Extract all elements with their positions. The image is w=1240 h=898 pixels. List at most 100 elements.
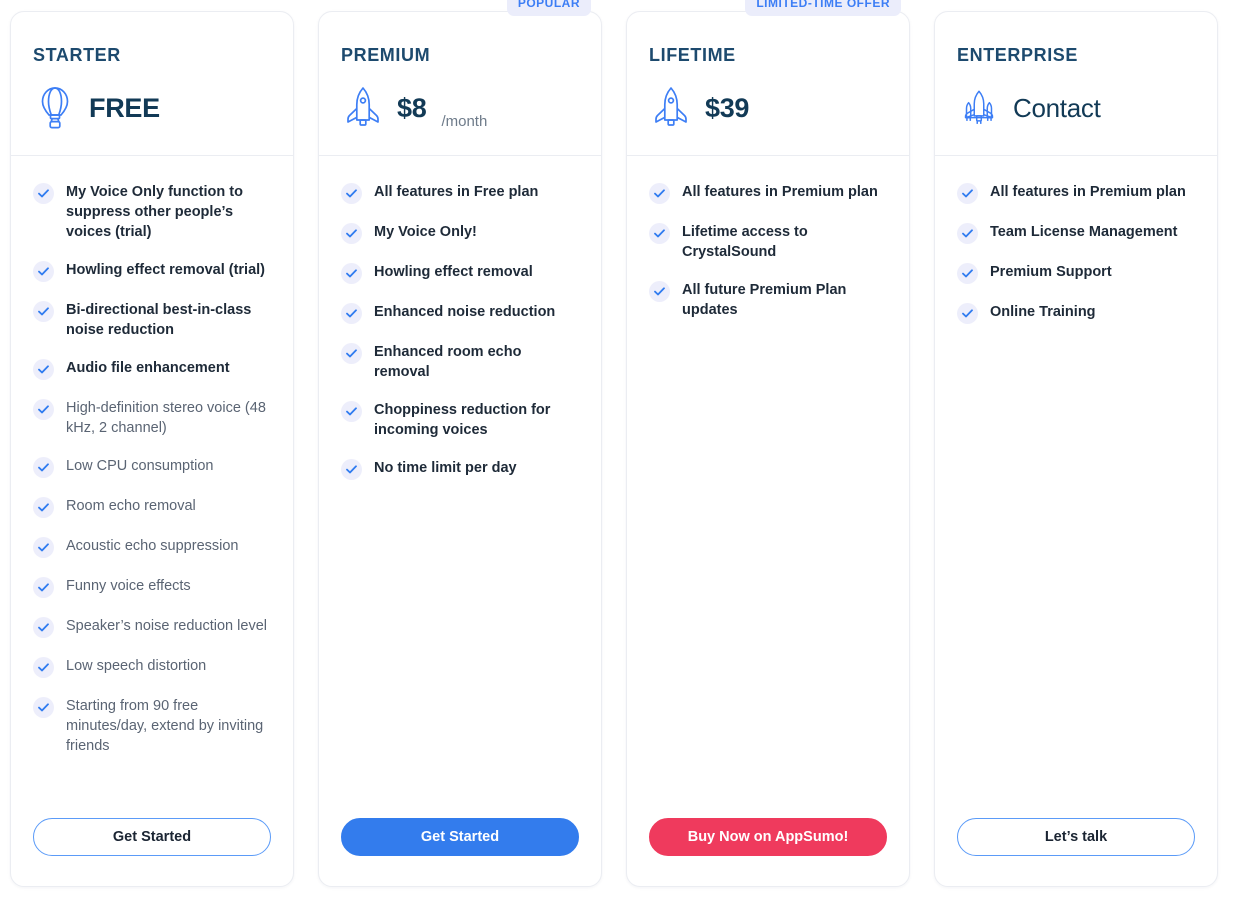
feature-label: Bi-directional best-in-class noise reduc… [66,302,252,338]
feature-label: My Voice Only! [374,224,477,240]
list-item: Low CPU consumption [33,456,271,478]
feature-label: All features in Free plan [374,184,539,200]
list-item: Premium Support [957,262,1195,284]
list-item: Acoustic echo suppression [33,536,271,558]
check-icon [341,223,362,244]
list-item: Starting from 90 free minutes/day, exten… [33,696,271,756]
feature-list-lifetime: All features in Premium plan Lifetime ac… [627,156,909,808]
plan-name-premium: PREMIUM [341,45,431,65]
feature-label: Low CPU consumption [66,458,214,474]
status-badge-limited-time-offer: LIMITED-TIME OFFER [745,0,901,16]
feature-label: My Voice Only function to suppress other… [66,184,243,240]
check-icon [33,657,54,678]
get-started-button-premium[interactable]: Get Started [341,818,579,856]
space-shuttle-icon [957,84,1001,132]
check-icon [957,183,978,204]
check-icon [33,617,54,638]
feature-label: Team License Management [990,224,1178,240]
feature-label: Starting from 90 free minutes/day, exten… [66,698,264,754]
check-icon [341,343,362,364]
list-item: Room echo removal [33,496,271,518]
plan-header-enterprise: ENTERPRISE Contact [935,12,1217,156]
check-icon [33,399,54,420]
plan-price-row-premium: $8 /month [341,84,579,132]
list-item: All features in Free plan [341,182,579,204]
buy-now-appsumo-button[interactable]: Buy Now on AppSumo! [649,818,887,856]
plan-price-starter: FREE [89,92,160,123]
list-item: All features in Premium plan [957,182,1195,204]
check-icon [649,223,670,244]
list-item: Choppiness reduction for incoming voices [341,400,579,440]
feature-label: Audio file enhancement [66,360,230,376]
list-item: Enhanced noise reduction [341,302,579,324]
check-icon [649,281,670,302]
list-item: Lifetime access to CrystalSound [649,222,887,262]
list-item: My Voice Only function to suppress other… [33,182,271,242]
feature-label: Howling effect removal [374,264,533,280]
plan-price-row-lifetime: $39 [649,84,887,132]
check-icon [957,303,978,324]
list-item: High-definition stereo voice (48 kHz, 2 … [33,398,271,438]
list-item: Howling effect removal (trial) [33,260,271,282]
check-icon [341,183,362,204]
feature-label: Funny voice effects [66,578,191,594]
feature-label: All features in Premium plan [990,184,1186,200]
plan-price-row-enterprise: Contact [957,84,1195,132]
feature-label: Speaker’s noise reduction level [66,618,267,634]
check-icon [341,459,362,480]
list-item: Howling effect removal [341,262,579,284]
feature-label: All features in Premium plan [682,184,878,200]
plan-name-enterprise: ENTERPRISE [957,45,1079,65]
check-icon [33,261,54,282]
plan-footer-starter: Get Started [11,808,293,886]
plan-card-enterprise: ENTERPRISE Contact All features in Premi… [934,11,1218,887]
lets-talk-button[interactable]: Let’s talk [957,818,1195,856]
check-icon [341,401,362,422]
plan-footer-lifetime: Buy Now on AppSumo! [627,808,909,886]
list-item: No time limit per day [341,458,579,480]
hot-air-balloon-icon [33,84,77,132]
feature-label: Lifetime access to CrystalSound [682,224,808,260]
list-item: My Voice Only! [341,222,579,244]
check-icon [649,183,670,204]
rocket-icon [649,84,693,132]
feature-label: Acoustic echo suppression [66,538,239,554]
list-item: Enhanced room echo removal [341,342,579,382]
rocket-icon [341,84,385,132]
check-icon [33,359,54,380]
plan-price-premium: $8 [397,92,427,123]
check-icon [33,697,54,718]
list-item: Bi-directional best-in-class noise reduc… [33,300,271,340]
feature-label: No time limit per day [374,460,517,476]
check-icon [33,577,54,598]
plan-name-lifetime: LIFETIME [649,45,736,65]
status-badge-popular: POPULAR [506,0,591,16]
feature-label: Howling effect removal (trial) [66,262,266,278]
plan-header-starter: STARTER FREE [11,12,293,156]
check-icon [341,303,362,324]
plan-name-starter: STARTER [33,45,121,65]
plan-price-lifetime: $39 [705,92,750,123]
feature-label: Low speech distortion [66,658,207,674]
plan-header-premium: POPULAR PREMIUM $8 /month [319,0,601,156]
feature-label: Choppiness reduction for incoming voices [374,402,551,438]
feature-label: Room echo removal [66,498,196,514]
feature-label: Premium Support [990,264,1112,280]
list-item: All features in Premium plan [649,182,887,204]
get-started-button-starter[interactable]: Get Started [33,818,271,856]
feature-label: Online Training [990,304,1096,320]
list-item: All future Premium Plan updates [649,280,887,320]
check-icon [957,263,978,284]
plan-period-premium: /month [441,113,488,130]
pricing-plans-grid: STARTER FREE My Voice Only function to s… [0,0,1240,898]
plan-header-lifetime: LIMITED-TIME OFFER LIFETIME $39 [627,0,909,156]
plan-card-starter: STARTER FREE My Voice Only function to s… [10,11,294,887]
list-item: Funny voice effects [33,576,271,598]
plan-footer-enterprise: Let’s talk [935,808,1217,886]
plan-footer-premium: Get Started [319,808,601,886]
check-icon [957,223,978,244]
feature-label: Enhanced noise reduction [374,304,556,320]
list-item: Speaker’s noise reduction level [33,616,271,638]
feature-label: High-definition stereo voice (48 kHz, 2 … [66,400,266,436]
list-item: Online Training [957,302,1195,324]
